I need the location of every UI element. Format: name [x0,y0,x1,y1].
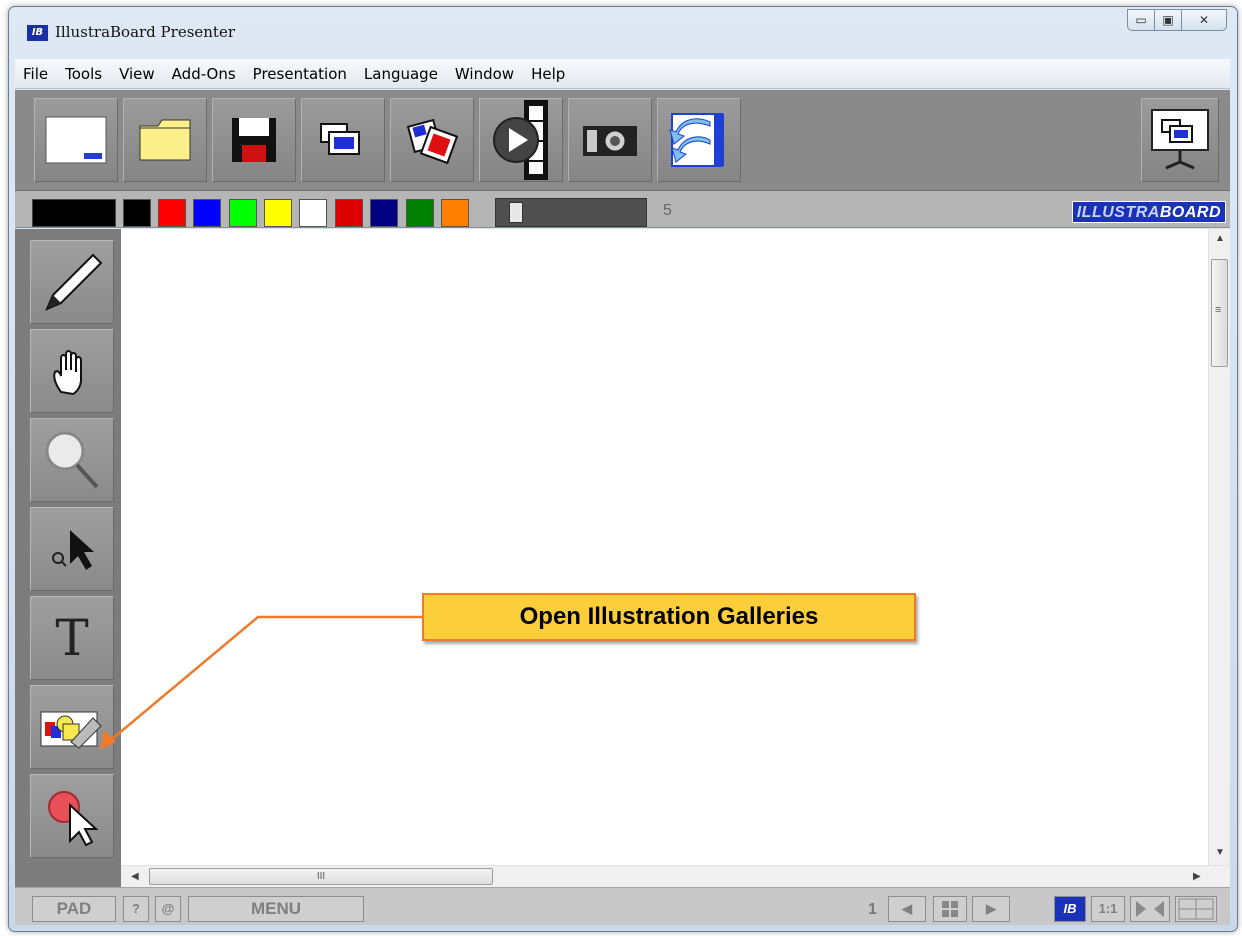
prev-page-button[interactable]: ◀ [888,896,926,922]
pen-tool-button[interactable] [30,240,114,324]
hand-tool-icon [53,350,82,396]
split-view-button[interactable] [1175,896,1217,922]
title-bar[interactable]: IB IllustraBoard Presenter ▭ ▣ ✕ [9,7,1237,59]
next-page-button[interactable]: ▶ [972,896,1010,922]
help-button[interactable]: ? [123,896,149,922]
zoom-tool-button[interactable] [30,418,114,502]
horizontal-scrollbar[interactable]: ◀ III ▶ [121,865,1230,887]
new-board-icon [45,116,107,164]
minimize-button[interactable]: ▭ [1127,9,1155,31]
save-button[interactable] [212,98,296,182]
horizontal-scroll-thumb[interactable]: III [149,868,493,885]
split-view-icon [1178,898,1214,920]
color-swatch[interactable] [193,199,221,227]
laser-pointer-icon [48,791,99,847]
color-swatch[interactable] [370,199,398,227]
vertical-scrollbar[interactable]: ▲ ≡ ▼ [1208,229,1230,865]
color-swatch[interactable] [299,199,327,227]
text-tool-button[interactable]: T [30,596,114,680]
pen-tool-icon [45,253,103,311]
status-bar: PAD ? @ MENU 1 ◀ ▶ IB 1:1 [15,887,1230,925]
scroll-up-icon[interactable]: ▲ [1215,233,1225,244]
camera-icon [583,126,637,156]
camera-button[interactable] [568,98,652,182]
illustration-gallery-icon [40,711,102,749]
menu-presentation[interactable]: Presentation [247,65,358,83]
callout-label: Open Illustration Galleries [422,593,916,641]
grid-icon [942,901,958,917]
window-title: IllustraBoard Presenter [55,23,236,41]
scroll-down-icon[interactable]: ▼ [1215,847,1225,858]
menu-window[interactable]: Window [449,65,525,83]
video-play-icon [493,100,548,180]
line-width-value: 5 [663,202,672,219]
menu-file[interactable]: File [17,65,59,83]
hand-tool-button[interactable] [30,329,114,413]
laser-pointer-button[interactable] [30,774,114,858]
vertical-scroll-thumb[interactable]: ≡ [1211,259,1228,367]
color-swatch[interactable] [441,199,469,227]
scroll-right-icon[interactable]: ▶ [1193,871,1201,882]
current-color-indicator [32,199,116,227]
illustraboard-logo: ILLUSTRABOARD [1071,201,1226,223]
select-pointer-icon [52,530,94,570]
maximize-button[interactable]: ▣ [1154,9,1182,31]
menu-help[interactable]: Help [525,65,576,83]
select-tool-button[interactable] [30,507,114,591]
save-disk-icon [232,118,276,162]
pictures-button[interactable] [390,98,474,182]
app-logo-icon: IB [27,25,48,41]
at-button[interactable]: @ [155,896,181,922]
scroll-grip: ≡ [1215,304,1222,316]
new-board-button[interactable] [34,98,118,182]
presentation-monitor-icon [1151,109,1209,170]
color-swatch[interactable] [158,199,186,227]
color-bar: 5 ILLUSTRABOARD [15,191,1230,228]
tool-sidebar: T [15,229,121,887]
undo-board-button[interactable] [657,98,741,182]
illustration-gallery-button[interactable] [30,685,114,769]
pictures-icon [406,118,459,165]
menu-view[interactable]: View [113,65,166,83]
color-swatch[interactable] [229,199,257,227]
zoom-tool-icon [45,431,99,489]
page-overview-button[interactable] [933,896,967,922]
line-width-slider[interactable] [495,198,647,227]
presentation-monitor-button[interactable] [1141,98,1219,182]
pad-button[interactable]: PAD [32,896,116,922]
close-button[interactable]: ✕ [1181,9,1227,31]
main-toolbar [15,90,1230,191]
color-swatch[interactable] [264,199,292,227]
fullscreen-icon [1136,901,1164,917]
slides-icon [320,123,360,155]
color-swatch[interactable] [335,199,363,227]
drawing-canvas[interactable] [121,229,1208,865]
undo-board-icon [669,113,724,167]
menu-tools[interactable]: Tools [59,65,113,83]
ib-button[interactable]: IB [1054,896,1086,922]
app-window: IB IllustraBoard Presenter ▭ ▣ ✕ File To… [8,6,1238,932]
menu-bar: File Tools View Add-Ons Presentation Lan… [15,59,1230,89]
color-swatch[interactable] [123,199,151,227]
video-button[interactable] [479,98,563,182]
fullscreen-button[interactable] [1130,896,1170,922]
page-number: 1 [868,901,877,918]
open-button[interactable] [123,98,207,182]
slider-thumb[interactable] [509,202,523,223]
color-swatch[interactable] [406,199,434,227]
window-controls: ▭ ▣ ✕ [1127,9,1227,31]
slides-button[interactable] [301,98,385,182]
menu-add-ons[interactable]: Add-Ons [166,65,247,83]
menu-language[interactable]: Language [358,65,449,83]
menu-button[interactable]: MENU [188,896,364,922]
one-to-one-button[interactable]: 1:1 [1091,896,1125,922]
scroll-left-icon[interactable]: ◀ [131,871,139,882]
open-folder-icon [139,119,191,161]
